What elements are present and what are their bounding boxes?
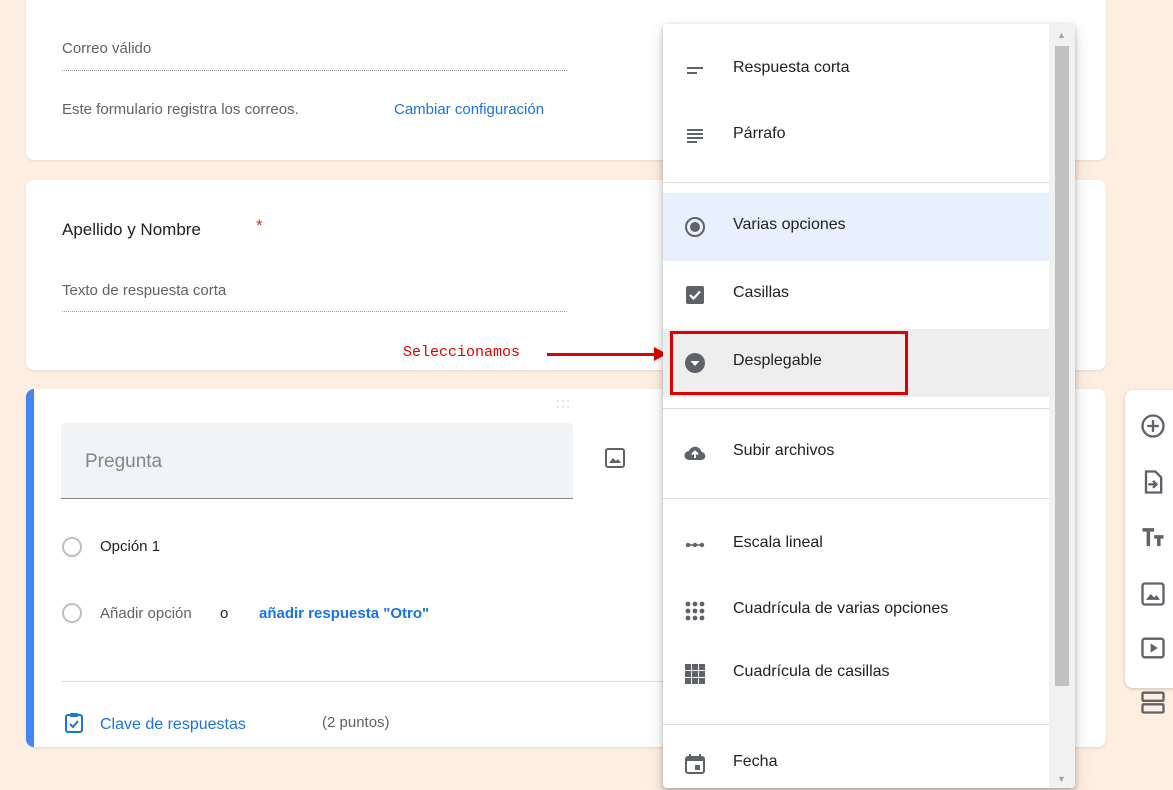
menu-item-linear-scale[interactable]: Escala lineal <box>663 511 1049 579</box>
points-text: (2 puntos) <box>322 714 390 731</box>
dot-grid-icon <box>685 601 705 621</box>
menu-item-label: Cuadrícula de varias opciones <box>733 600 949 617</box>
radio-button-icon <box>685 217 705 237</box>
checkbox-grid-icon <box>685 664 705 684</box>
add-video-icon[interactable] <box>1139 634 1167 662</box>
menu-item-label: Varias opciones <box>733 216 846 233</box>
menu-item-paragraph[interactable]: Párrafo <box>663 102 1049 170</box>
add-title-icon[interactable] <box>1139 524 1167 552</box>
add-option-button[interactable]: Añadir opción <box>100 605 192 622</box>
checkbox-icon <box>686 286 704 304</box>
option-1-label[interactable]: Opción 1 <box>100 538 160 555</box>
paragraph-icon <box>687 129 703 143</box>
required-asterisk: * <box>256 216 263 235</box>
email-notice-text: Este formulario registra los correos. <box>62 101 299 118</box>
question-type-menu[interactable]: Respuesta corta Párrafo Varias opciones … <box>663 24 1075 788</box>
add-other-link[interactable]: añadir respuesta "Otro" <box>259 605 429 622</box>
menu-item-checkbox-grid[interactable]: Cuadrícula de casillas <box>663 640 1049 708</box>
annotation-arrow-line <box>547 353 655 356</box>
question-title: Apellido y Nombre <box>62 220 201 239</box>
scrollbar-thumb[interactable] <box>1055 46 1069 686</box>
menu-item-file-upload[interactable]: Subir archivos <box>663 419 1049 487</box>
add-image-icon[interactable] <box>604 447 626 469</box>
calendar-icon <box>685 754 705 774</box>
answer-key-icon[interactable] <box>64 712 84 734</box>
import-questions-icon[interactable] <box>1139 468 1167 496</box>
menu-item-date[interactable]: Fecha <box>663 730 1049 788</box>
menu-item-label: Párrafo <box>733 125 786 142</box>
add-question-icon[interactable] <box>1139 412 1167 440</box>
menu-item-label: Casillas <box>733 284 790 301</box>
email-field-underline <box>62 70 567 71</box>
annotation-text: Seleccionamos <box>403 344 521 361</box>
menu-scrollbar[interactable]: ▲ ▼ <box>1049 24 1075 788</box>
card-accent-bar <box>26 389 34 747</box>
menu-separator <box>663 498 1049 499</box>
menu-item-checkboxes[interactable]: Casillas <box>663 261 1049 329</box>
or-text: o <box>220 605 229 622</box>
annotation-highlight-box <box>670 331 908 395</box>
answer-key-link[interactable]: Clave de respuestas <box>100 716 246 734</box>
change-settings-link[interactable]: Cambiar configuración <box>394 101 544 118</box>
menu-item-label: Subir archivos <box>733 442 835 459</box>
email-field-label: Correo válido <box>62 40 152 57</box>
menu-separator <box>663 408 1049 409</box>
answer-underline <box>62 311 567 312</box>
question-placeholder: Pregunta <box>85 451 163 472</box>
menu-item-multiple-choice[interactable]: Varias opciones <box>663 193 1049 261</box>
menu-item-label: Escala lineal <box>733 534 823 551</box>
scroll-down-arrow-icon[interactable]: ▼ <box>1057 774 1066 784</box>
add-option-radio-icon <box>62 603 82 623</box>
option-radio-icon <box>62 537 82 557</box>
short-text-icon <box>687 67 703 74</box>
menu-separator <box>663 724 1049 725</box>
menu-item-label: Fecha <box>733 753 778 770</box>
menu-separator <box>663 182 1049 183</box>
add-section-icon[interactable] <box>1139 688 1167 716</box>
add-image-icon[interactable] <box>1139 580 1167 608</box>
drag-handle-icon[interactable]: ··· ··· <box>556 394 571 412</box>
scroll-up-arrow-icon[interactable]: ▲ <box>1057 30 1066 40</box>
linear-scale-icon <box>685 542 705 548</box>
card-divider <box>62 681 722 682</box>
menu-item-multiple-choice-grid[interactable]: Cuadrícula de varias opciones <box>663 577 1049 645</box>
menu-item-label: Respuesta corta <box>733 59 850 76</box>
side-toolbar <box>1125 390 1173 714</box>
menu-item-short-answer[interactable]: Respuesta corta <box>663 36 1049 104</box>
cloud-upload-icon <box>684 446 706 461</box>
short-answer-placeholder: Texto de respuesta corta <box>62 282 227 299</box>
question-title-input[interactable]: Pregunta <box>61 423 573 499</box>
menu-item-label: Cuadrícula de casillas <box>733 663 890 680</box>
